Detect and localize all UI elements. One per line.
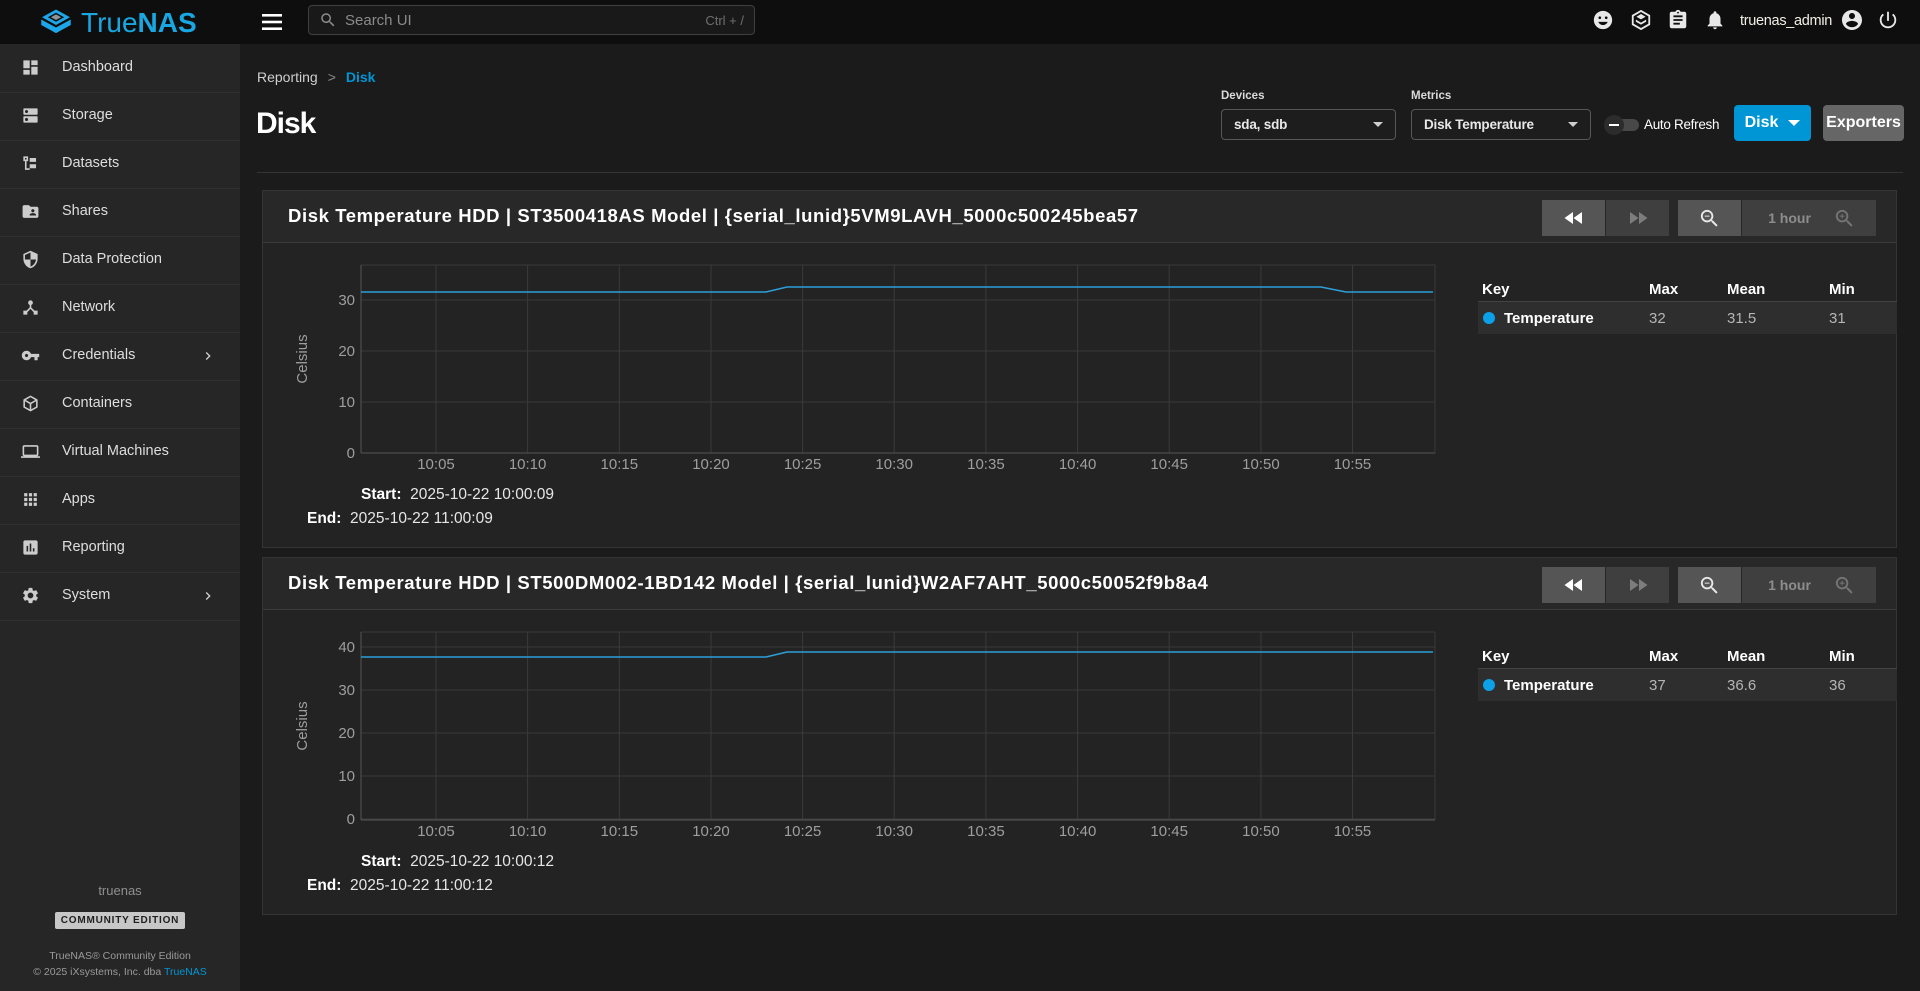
svg-text:20: 20	[338, 343, 355, 360]
svg-text:10:25: 10:25	[784, 823, 822, 840]
svg-text:Celsius: Celsius	[294, 701, 311, 750]
svg-text:0: 0	[347, 445, 355, 462]
svg-text:10:10: 10:10	[509, 456, 547, 473]
svg-text:0: 0	[347, 811, 355, 828]
svg-text:10:05: 10:05	[417, 823, 455, 840]
svg-text:10:10: 10:10	[509, 823, 547, 840]
svg-text:10:55: 10:55	[1334, 823, 1372, 840]
svg-text:10:45: 10:45	[1150, 456, 1188, 473]
svg-text:30: 30	[338, 292, 355, 309]
svg-text:10: 10	[338, 768, 355, 785]
svg-text:10:20: 10:20	[692, 823, 730, 840]
svg-text:20: 20	[338, 725, 355, 742]
svg-text:30: 30	[338, 682, 355, 699]
svg-text:10:40: 10:40	[1059, 823, 1097, 840]
svg-text:10:50: 10:50	[1242, 456, 1280, 473]
svg-text:40: 40	[338, 639, 355, 656]
svg-text:10:05: 10:05	[417, 456, 455, 473]
svg-text:10:25: 10:25	[784, 456, 822, 473]
svg-text:10:50: 10:50	[1242, 823, 1280, 840]
svg-text:10:20: 10:20	[692, 456, 730, 473]
svg-text:10:35: 10:35	[967, 456, 1005, 473]
svg-text:10: 10	[338, 394, 355, 411]
svg-text:10:35: 10:35	[967, 823, 1005, 840]
svg-text:10:40: 10:40	[1059, 456, 1097, 473]
svg-text:10:45: 10:45	[1150, 823, 1188, 840]
svg-text:10:30: 10:30	[875, 823, 913, 840]
svg-text:Celsius: Celsius	[294, 334, 311, 383]
svg-text:10:15: 10:15	[601, 823, 639, 840]
svg-text:10:15: 10:15	[601, 456, 639, 473]
svg-text:10:30: 10:30	[875, 456, 913, 473]
svg-text:10:55: 10:55	[1334, 456, 1372, 473]
